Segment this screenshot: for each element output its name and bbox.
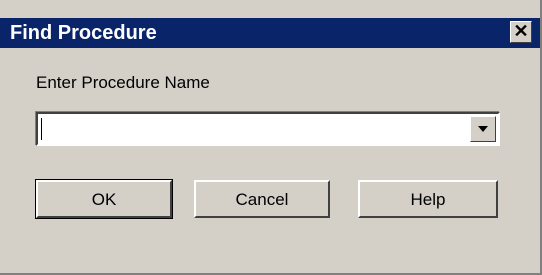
close-button[interactable]: ✕ <box>510 21 532 43</box>
dropdown-button[interactable] <box>470 116 496 142</box>
help-button[interactable]: Help <box>358 180 498 218</box>
procedure-name-combobox[interactable] <box>36 112 500 146</box>
ok-button[interactable]: OK <box>35 179 173 219</box>
procedure-name-label: Enter Procedure Name <box>36 73 210 92</box>
title-bar[interactable]: Find Procedure ✕ <box>0 18 540 48</box>
close-icon: ✕ <box>513 21 529 41</box>
procedure-name-input[interactable] <box>40 116 468 142</box>
find-procedure-dialog: Find Procedure ✕ Enter Procedure Name OK… <box>0 0 542 275</box>
text-cursor <box>41 118 42 140</box>
window-title: Find Procedure <box>10 22 157 44</box>
cancel-button[interactable]: Cancel <box>194 180 330 218</box>
chevron-down-icon <box>478 126 488 132</box>
